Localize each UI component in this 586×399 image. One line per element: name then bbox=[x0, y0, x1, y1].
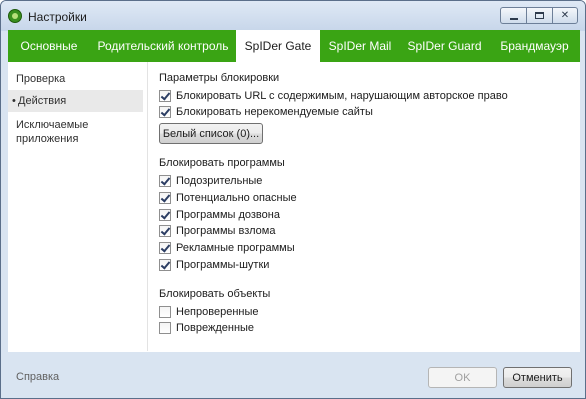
checkbox-label: Программы-шутки bbox=[176, 259, 270, 271]
block-programs-title: Блокировать программы bbox=[159, 157, 285, 169]
cancel-button[interactable]: Отменить bbox=[503, 367, 572, 388]
dialog-footer: Справка OK Отменить bbox=[1, 352, 585, 398]
checkbox-box[interactable] bbox=[159, 209, 171, 221]
close-icon: ✕ bbox=[560, 9, 570, 21]
tab-spider-guard[interactable]: SpIDer Guard bbox=[400, 30, 489, 62]
settings-window: Настройки ✕ Основные Родительский контро… bbox=[0, 0, 586, 399]
checkbox-label: Подозрительные bbox=[176, 175, 263, 187]
checkbox-box[interactable] bbox=[159, 306, 171, 318]
help-link[interactable]: Справка bbox=[16, 371, 59, 383]
window-title: Настройки bbox=[28, 10, 87, 24]
tab-general[interactable]: Основные bbox=[8, 30, 90, 62]
tab-bar: Основные Родительский контроль SpIDer Ga… bbox=[8, 30, 580, 62]
whitelist-button[interactable]: Белый список (0)... bbox=[159, 123, 263, 144]
checkbox-box[interactable] bbox=[159, 322, 171, 334]
checkbox-label: Рекламные программы bbox=[176, 242, 295, 254]
minimize-button[interactable] bbox=[500, 7, 526, 24]
checkbox-box[interactable] bbox=[159, 225, 171, 237]
adware-checkbox[interactable]: Рекламные программы bbox=[159, 241, 295, 255]
maximize-button[interactable] bbox=[526, 7, 552, 24]
checkbox-box[interactable] bbox=[159, 242, 171, 254]
unchecked-objects-checkbox[interactable]: Непроверенные bbox=[159, 305, 259, 319]
damaged-objects-checkbox[interactable]: Поврежденные bbox=[159, 321, 254, 335]
checkbox-box[interactable] bbox=[159, 106, 171, 118]
checkbox-box[interactable] bbox=[159, 259, 171, 271]
checkbox-box[interactable] bbox=[159, 175, 171, 187]
tab-parental-control[interactable]: Родительский контроль bbox=[90, 30, 236, 62]
checkbox-label: Блокировать URL с содержимым, нарушающим… bbox=[176, 90, 508, 102]
block-copyright-url-checkbox[interactable]: Блокировать URL с содержимым, нарушающим… bbox=[159, 89, 508, 103]
checkbox-label: Программы взлома bbox=[176, 225, 276, 237]
sidebar-item-label: Исключаемые приложения bbox=[16, 119, 89, 145]
dialers-checkbox[interactable]: Программы дозвона bbox=[159, 208, 280, 222]
checkbox-label: Потенциально опасные bbox=[176, 192, 297, 204]
window-controls: ✕ bbox=[500, 7, 578, 25]
sidebar: Проверка • Действия Исключаемые приложени… bbox=[8, 62, 148, 351]
sidebar-item-excluded-apps[interactable]: Исключаемые приложения bbox=[8, 118, 108, 146]
checkbox-box[interactable] bbox=[159, 192, 171, 204]
checkbox-label: Непроверенные bbox=[176, 306, 259, 318]
ok-button[interactable]: OK bbox=[428, 367, 497, 388]
checkbox-label: Программы дозвона bbox=[176, 209, 280, 221]
suspicious-checkbox[interactable]: Подозрительные bbox=[159, 174, 262, 188]
sidebar-item-label: Действия bbox=[18, 95, 67, 107]
sidebar-item-scan[interactable]: Проверка bbox=[8, 72, 143, 88]
potentially-dangerous-checkbox[interactable]: Потенциально опасные bbox=[159, 191, 297, 205]
tab-firewall[interactable]: Брандмауэр bbox=[489, 30, 580, 62]
sidebar-item-actions[interactable]: • Действия bbox=[8, 90, 143, 112]
title-bar[interactable]: Настройки ✕ bbox=[1, 1, 585, 31]
app-logo-icon bbox=[8, 9, 22, 23]
sidebar-item-label: Проверка bbox=[16, 73, 66, 85]
blocking-params-title: Параметры блокировки bbox=[159, 72, 280, 84]
block-not-recommended-checkbox[interactable]: Блокировать нерекомендуемые сайты bbox=[159, 105, 373, 119]
active-bullet-icon: • bbox=[12, 95, 16, 107]
checkbox-label: Поврежденные bbox=[176, 322, 255, 334]
hacktools-checkbox[interactable]: Программы взлома bbox=[159, 224, 275, 238]
block-objects-title: Блокировать объекты bbox=[159, 288, 271, 300]
jokes-checkbox[interactable]: Программы-шутки bbox=[159, 258, 269, 272]
checkbox-box[interactable] bbox=[159, 90, 171, 102]
maximize-icon bbox=[535, 12, 544, 19]
settings-content: Проверка • Действия Исключаемые приложени… bbox=[8, 62, 580, 352]
tab-spider-mail[interactable]: SpIDer Mail bbox=[320, 30, 400, 62]
checkbox-label: Блокировать нерекомендуемые сайты bbox=[176, 106, 373, 118]
tab-spider-gate[interactable]: SpIDer Gate bbox=[236, 30, 320, 62]
close-button[interactable]: ✕ bbox=[552, 7, 578, 24]
minimize-icon bbox=[509, 17, 518, 20]
